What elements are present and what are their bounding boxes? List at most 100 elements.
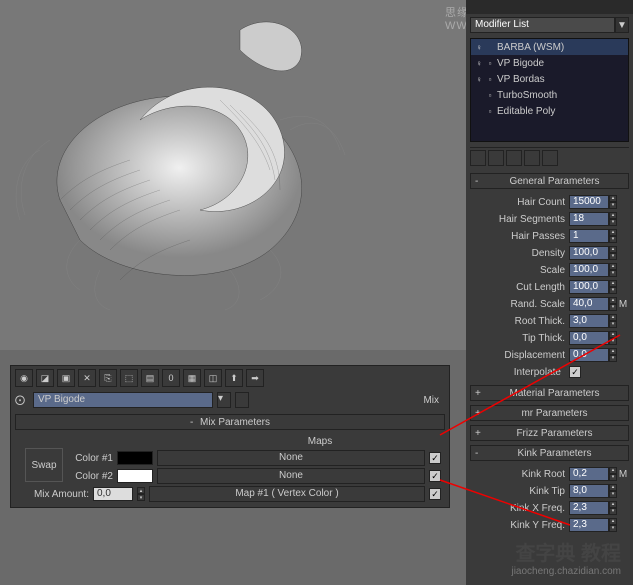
panel-tabs[interactable]	[466, 0, 633, 14]
mix-amount-checkbox[interactable]: ✓	[429, 488, 441, 500]
watermark-bottom: 查字典 教程 jiaocheng.chazidian.com	[511, 537, 621, 577]
spinner[interactable]: ▴▾	[609, 484, 617, 498]
spinner[interactable]: ▴▾	[609, 195, 617, 209]
material-editor-panel: ◉ ◪ ▣ ✕ ⎘ ⬚ ▤ 0 ▦ ◫ ⬆ ➡ ⨀ VP Bigode ▾ Mi…	[10, 365, 450, 508]
dropdown-arrow-icon[interactable]: ▼	[615, 17, 629, 33]
make-copy-button[interactable]: ⎘	[99, 369, 117, 387]
material-id-button[interactable]: 0	[162, 369, 180, 387]
show-end-result-button[interactable]	[488, 150, 504, 166]
lightbulb-icon[interactable]: ♀	[473, 75, 485, 84]
command-panel: Modifier List ▼ ♀BARBA (WSM) ♀▫VP Bigode…	[466, 0, 633, 585]
material-type-button[interactable]: Mix	[417, 395, 445, 406]
kink-y-input[interactable]: 2,3	[569, 518, 609, 532]
reset-button[interactable]: ✕	[78, 369, 96, 387]
show-map-button[interactable]: ▦	[183, 369, 201, 387]
expand-icon[interactable]: ▫	[485, 59, 495, 68]
hair-count-input[interactable]: 15000	[569, 195, 609, 209]
color1-map-button[interactable]: None	[157, 450, 425, 466]
stack-item[interactable]: ♀BARBA (WSM)	[471, 39, 628, 55]
material-picker-button[interactable]	[235, 392, 249, 408]
pin-stack-button[interactable]	[470, 150, 486, 166]
spinner[interactable]: ▴▾	[609, 246, 617, 260]
maps-label: Maps	[19, 436, 441, 449]
scale-input[interactable]: 100,0	[569, 263, 609, 277]
material-name-dropdown[interactable]: VP Bigode	[33, 392, 213, 408]
swap-button[interactable]: Swap	[25, 448, 63, 482]
get-material-button[interactable]: ◉	[15, 369, 33, 387]
root-thick-input[interactable]: 3,0	[569, 314, 609, 328]
param-label: Root Thick.	[470, 316, 569, 327]
spinner[interactable]: ▴▾	[609, 212, 617, 226]
kink-x-input[interactable]: 2,3	[569, 501, 609, 515]
make-unique-button[interactable]: ⬚	[120, 369, 138, 387]
stack-item[interactable]: ▫Editable Poly	[471, 103, 628, 119]
modifier-list-dropdown[interactable]: Modifier List	[470, 17, 615, 33]
param-label: Hair Segments	[470, 214, 569, 225]
param-label: Hair Passes	[470, 231, 569, 242]
rollout-mr[interactable]: +mr Parameters	[470, 405, 629, 421]
expand-icon[interactable]: ▫	[485, 107, 495, 116]
cut-length-input[interactable]: 100,0	[569, 280, 609, 294]
mix-amount-map-button[interactable]: Map #1 ( Vertex Color )	[149, 486, 425, 502]
stack-toolbar	[470, 147, 629, 168]
spinner[interactable]: ▴▾	[609, 263, 617, 277]
spinner[interactable]: ▴▾	[609, 518, 617, 532]
color1-swatch[interactable]	[117, 451, 153, 465]
color2-swatch[interactable]	[117, 469, 153, 483]
param-label: Kink X Freq.	[470, 503, 569, 514]
density-input[interactable]: 100,0	[569, 246, 609, 260]
stack-item[interactable]: ♀▫VP Bordas	[471, 71, 628, 87]
spinner[interactable]: ▴▾	[609, 331, 617, 345]
put-to-scene-button[interactable]: ◪	[36, 369, 54, 387]
spinner[interactable]: ▴▾	[609, 297, 617, 311]
spinner[interactable]: ▴▾	[609, 280, 617, 294]
pick-material-icon[interactable]: ⨀	[15, 395, 29, 406]
rollout-material[interactable]: +Material Parameters	[470, 385, 629, 401]
color2-checkbox[interactable]: ✓	[429, 470, 441, 482]
spinner[interactable]: ▴▾	[609, 501, 617, 515]
color1-checkbox[interactable]: ✓	[429, 452, 441, 464]
lightbulb-icon[interactable]: ♀	[473, 43, 485, 52]
modifier-stack[interactable]: ♀BARBA (WSM) ♀▫VP Bigode ♀▫VP Bordas ▫Tu…	[470, 38, 629, 142]
rollout-general[interactable]: -General Parameters	[470, 173, 629, 189]
hair-passes-input[interactable]: 1	[569, 229, 609, 243]
hair-segments-input[interactable]: 18	[569, 212, 609, 226]
configure-sets-button[interactable]	[542, 150, 558, 166]
show-end-button[interactable]: ◫	[204, 369, 222, 387]
rollout-kink[interactable]: -Kink Parameters	[470, 445, 629, 461]
put-library-button[interactable]: ▤	[141, 369, 159, 387]
assign-button[interactable]: ▣	[57, 369, 75, 387]
stack-item[interactable]: ♀▫VP Bigode	[471, 55, 628, 71]
spinner[interactable]: ▴▾	[609, 348, 617, 362]
interpolate-checkbox[interactable]: ✓	[569, 366, 581, 378]
color2-map-button[interactable]: None	[157, 468, 425, 484]
go-parent-button[interactable]: ⬆	[225, 369, 243, 387]
expand-icon[interactable]: ▫	[485, 75, 495, 84]
spinner[interactable]: ▴▾	[609, 229, 617, 243]
spinner[interactable]: ▴▾	[609, 314, 617, 328]
stack-item[interactable]: ▫TurboSmooth	[471, 87, 628, 103]
dropdown-arrow-icon[interactable]: ▾	[217, 392, 231, 408]
mix-amount-input[interactable]: 0,0	[93, 487, 133, 501]
remove-modifier-button[interactable]	[524, 150, 540, 166]
param-label: Hair Count	[470, 197, 569, 208]
kink-root-input[interactable]: 0,2	[569, 467, 609, 481]
rollout-mix-parameters[interactable]: -Mix Parameters	[15, 414, 445, 430]
lightbulb-icon[interactable]: ♀	[473, 59, 485, 68]
kink-tip-input[interactable]: 8,0	[569, 484, 609, 498]
make-unique-button[interactable]	[506, 150, 522, 166]
tip-thick-input[interactable]: 0,0	[569, 331, 609, 345]
spinner[interactable]: ▴▾	[609, 467, 617, 481]
mix-amount-label: Mix Amount:	[19, 489, 89, 500]
rollout-frizz[interactable]: +Frizz Parameters	[470, 425, 629, 441]
viewport-3d[interactable]	[0, 0, 466, 350]
spinner[interactable]: ▴▾	[137, 487, 145, 501]
map-button[interactable]: M	[617, 299, 629, 310]
map-button[interactable]: M	[617, 469, 629, 480]
param-label: Density	[470, 248, 569, 259]
displacement-input[interactable]: 0,0	[569, 348, 609, 362]
rand-scale-input[interactable]: 40,0	[569, 297, 609, 311]
kink-params-body: Kink Root0,2▴▾M Kink Tip8,0▴▾ Kink X Fre…	[470, 465, 629, 534]
go-forward-button[interactable]: ➡	[246, 369, 264, 387]
expand-icon[interactable]: ▫	[485, 91, 495, 100]
